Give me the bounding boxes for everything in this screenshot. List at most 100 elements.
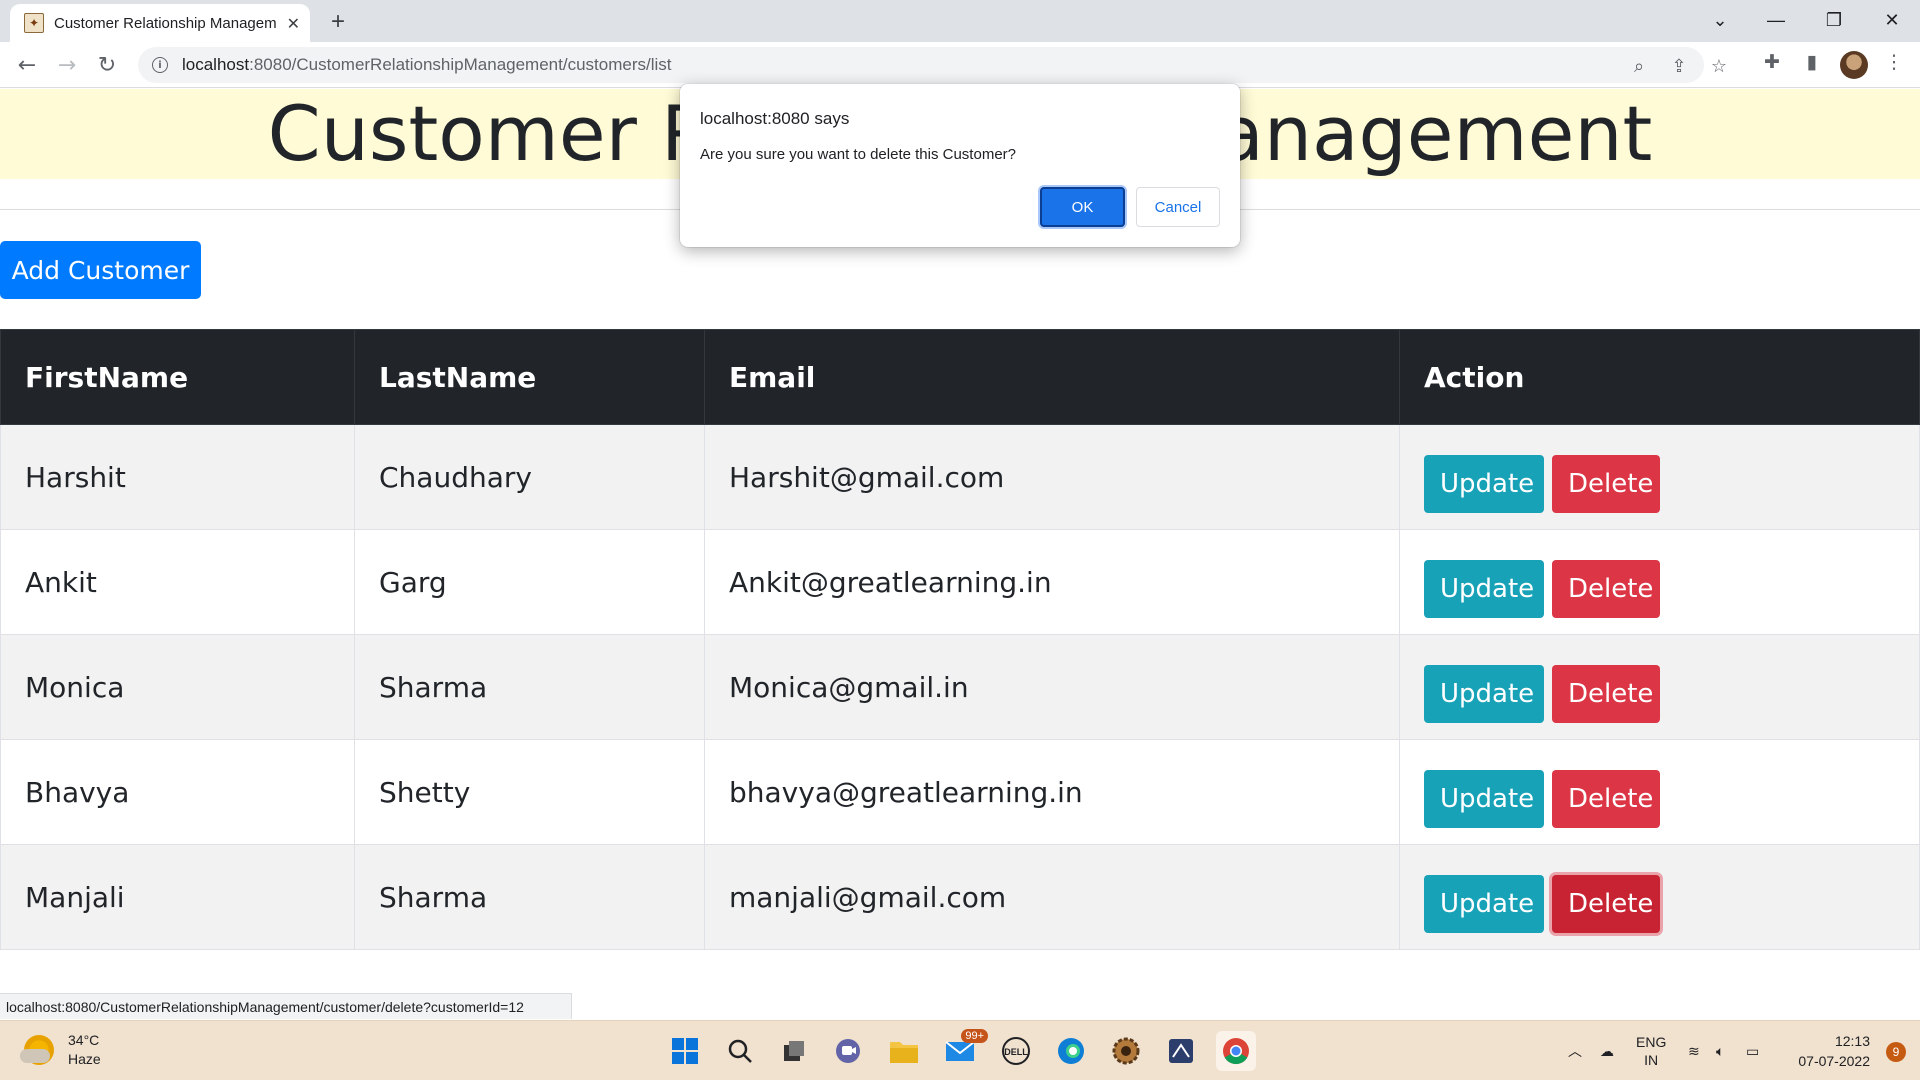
minimize-icon[interactable]: — [1748,0,1804,40]
browser-tabstrip: ✦ Customer Relationship Management ✕ + ⌄… [0,0,1920,42]
table-row: Monica Sharma Monica@gmail.in Update Del… [0,634,1920,740]
cell-email: Harshit@gmail.com [704,424,1400,530]
address-bar[interactable]: i localhost:8080/CustomerRelationshipMan… [138,47,1727,83]
update-button[interactable]: Update [1424,875,1544,933]
taskbar: 34°C Haze 99+ DELL ︿ ☁ ENG IN ≋ 🔈︎ ▭ 12:… [0,1020,1920,1080]
column-header-firstname: FirstName [0,329,355,425]
update-button[interactable]: Update [1424,770,1544,828]
cell-firstname: Harshit [0,424,355,530]
cell-email: Monica@gmail.in [704,634,1400,740]
table-row: Bhavya Shetty bhavya@greatlearning.in Up… [0,739,1920,845]
battery-icon[interactable]: ▭ [1746,1021,1759,1080]
menu-kebab-icon[interactable]: ⋮ [1882,50,1906,74]
gear-app-icon[interactable] [1106,1031,1146,1071]
task-view-icon[interactable] [774,1031,814,1071]
table-row: Harshit Chaudhary Harshit@gmail.com Upda… [0,424,1920,530]
language-indicator[interactable]: ENG IN [1636,1021,1666,1080]
weather-haze-icon [20,1035,54,1065]
bookmark-star-icon[interactable]: ☆ [1708,55,1730,77]
side-panel-icon[interactable]: ▮ [1800,50,1824,74]
share-icon[interactable]: ⇪ [1668,55,1690,77]
cell-action: Update Delete [1399,739,1920,845]
column-header-lastname: LastName [354,329,705,425]
dialog-cancel-button[interactable]: Cancel [1136,187,1220,227]
close-window-icon[interactable]: ✕ [1864,0,1920,40]
table-row: Manjali Sharma manjali@gmail.com Update … [0,844,1920,950]
clock-date: 07-07-2022 [1798,1053,1870,1069]
browser-toolbar: ← → ↻ i localhost:8080/CustomerRelations… [0,42,1920,88]
table-header-row: FirstName LastName Email Action [0,329,1920,425]
svg-text:DELL: DELL [1004,1047,1028,1057]
profile-avatar[interactable] [1840,51,1868,79]
notification-badge[interactable]: 9 [1886,1042,1906,1062]
cell-action: Update Delete [1399,529,1920,635]
column-header-email: Email [704,329,1400,425]
restore-icon[interactable]: ❐ [1806,0,1862,40]
column-header-action: Action [1399,329,1920,425]
new-tab-button[interactable]: + [324,8,352,36]
customer-table: FirstName LastName Email Action Harshit … [0,329,1920,950]
delete-button[interactable]: Delete [1552,455,1660,513]
url-text: localhost:8080/CustomerRelationshipManag… [182,55,672,74]
add-customer-button[interactable]: Add Customer [0,241,201,299]
cell-lastname: Sharma [354,634,705,740]
mail-icon[interactable]: 99+ [940,1029,988,1071]
cell-lastname: Sharma [354,844,705,950]
dialog-origin: localhost:8080 says [700,109,850,128]
cell-action: Update Delete [1399,424,1920,530]
site-info-icon[interactable]: i [152,57,168,73]
update-button[interactable]: Update [1424,560,1544,618]
volume-icon[interactable]: 🔈︎ [1716,1021,1724,1080]
cell-email: Ankit@greatlearning.in [704,529,1400,635]
cell-email: bhavya@greatlearning.in [704,739,1400,845]
update-button[interactable]: Update [1424,455,1544,513]
weather-widget[interactable]: 34°C Haze [20,1031,101,1069]
eclipse-ide-icon[interactable] [1161,1031,1201,1071]
reload-icon[interactable]: ↻ [92,50,122,80]
link-status-bar: localhost:8080/CustomerRelationshipManag… [0,993,572,1019]
cell-lastname: Shetty [354,739,705,845]
delete-button[interactable]: Delete [1552,770,1660,828]
start-icon[interactable] [665,1031,705,1071]
cell-lastname: Chaudhary [354,424,705,530]
extensions-icon[interactable]: ✚ [1760,50,1784,74]
weather-condition: Haze [68,1051,101,1067]
delete-button[interactable]: Delete [1552,665,1660,723]
tab-search-icon[interactable]: ⌄ [1692,0,1748,40]
tab-title: Customer Relationship Management [54,14,276,32]
cell-action: Update Delete [1399,634,1920,740]
chrome-icon[interactable] [1216,1031,1256,1071]
dialog-ok-button[interactable]: OK [1040,187,1125,227]
forward-icon[interactable]: → [52,50,82,80]
dell-icon[interactable]: DELL [996,1031,1036,1071]
weather-temp: 34°C [68,1032,100,1048]
search-icon[interactable] [720,1031,760,1071]
delete-button-focused[interactable]: Delete [1552,875,1660,933]
system-clock[interactable]: 12:13 07-07-2022 [1798,1031,1870,1071]
edge-icon[interactable] [1051,1031,1091,1071]
mail-badge: 99+ [961,1029,988,1043]
cell-firstname: Ankit [0,529,355,635]
file-explorer-icon[interactable] [884,1031,924,1071]
tray-overflow-icon[interactable]: ︿ [1568,1021,1582,1080]
cell-firstname: Manjali [0,844,355,950]
cell-action: Update Delete [1399,844,1920,950]
dialog-message: Are you sure you want to delete this Cus… [700,146,1016,163]
cell-lastname: Garg [354,529,705,635]
zoom-icon[interactable]: ⌕ [1628,55,1650,77]
favicon-icon: ✦ [24,13,44,33]
cell-firstname: Monica [0,634,355,740]
close-tab-icon[interactable]: ✕ [287,14,300,33]
cell-email: manjali@gmail.com [704,844,1400,950]
clock-time: 12:13 [1834,1033,1870,1049]
cell-firstname: Bhavya [0,739,355,845]
back-icon[interactable]: ← [12,50,42,80]
wifi-icon[interactable]: ≋ [1688,1021,1700,1080]
chat-icon[interactable] [828,1031,868,1071]
browser-tab[interactable]: ✦ Customer Relationship Management ✕ [10,4,310,42]
onedrive-icon[interactable]: ☁ [1600,1021,1614,1080]
table-row: Ankit Garg Ankit@greatlearning.in Update… [0,529,1920,635]
confirm-dialog: localhost:8080 says Are you sure you wan… [680,84,1240,247]
update-button[interactable]: Update [1424,665,1544,723]
delete-button[interactable]: Delete [1552,560,1660,618]
